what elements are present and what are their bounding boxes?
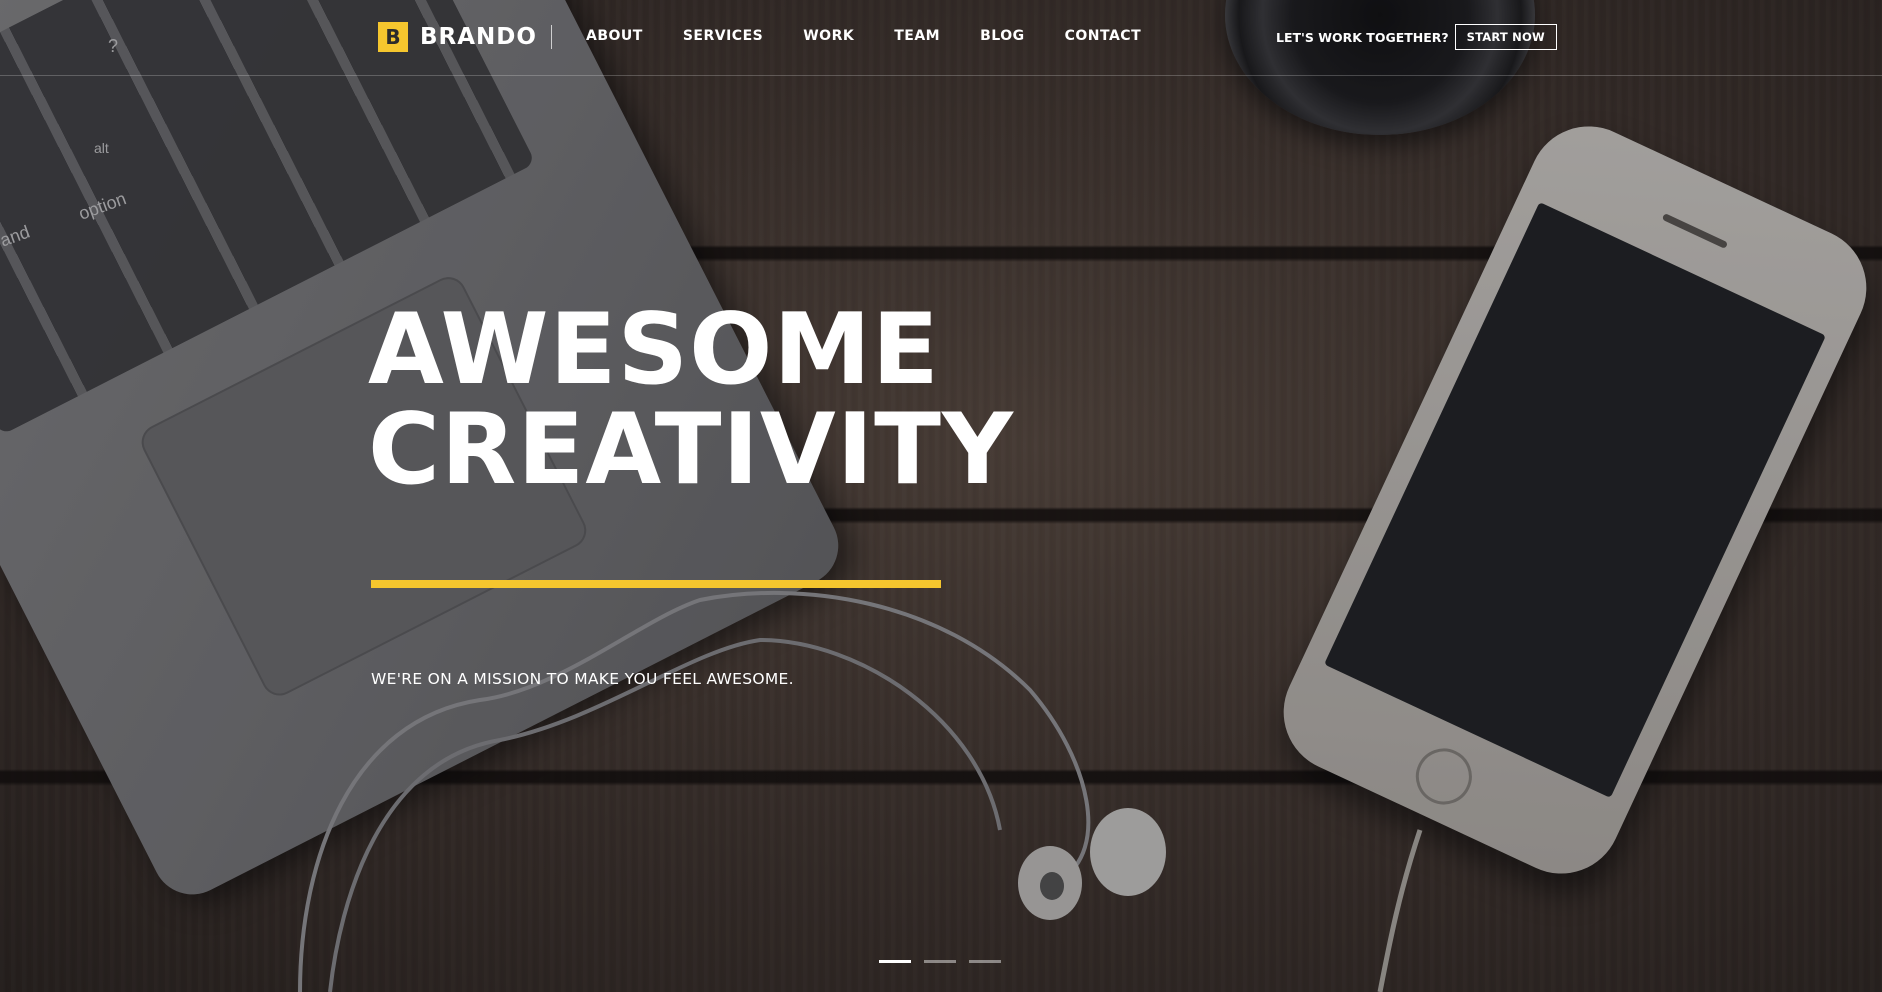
- main-nav: ABOUT SERVICES WORK TEAM BLOG CONTACT: [586, 28, 1181, 44]
- nav-item-team[interactable]: TEAM: [894, 28, 940, 44]
- nav-item-contact[interactable]: CONTACT: [1065, 28, 1142, 44]
- slider-dot[interactable]: [924, 960, 956, 963]
- site-header: B BRANDO ABOUT SERVICES WORK TEAM BLOG C…: [0, 0, 1882, 76]
- nav-item-blog[interactable]: BLOG: [980, 28, 1025, 44]
- logo-text: BRANDO: [420, 24, 537, 50]
- nav-item-work[interactable]: WORK: [803, 28, 854, 44]
- slider-pagination: [879, 960, 1014, 963]
- hero-subtitle: WE'RE ON A MISSION TO MAKE YOU FEEL AWES…: [371, 670, 794, 688]
- logo-mark: B: [378, 22, 408, 52]
- header-divider: [551, 25, 552, 49]
- brand-logo[interactable]: B BRANDO: [378, 22, 537, 52]
- nav-item-about[interactable]: ABOUT: [586, 28, 643, 44]
- slider-dot[interactable]: [969, 960, 1001, 963]
- header-cta: LET'S WORK TOGETHER? START NOW: [1276, 24, 1557, 50]
- hero-title-line1: AWESOME: [368, 293, 940, 407]
- hero-title-line2: CREATIVITY: [368, 393, 1014, 507]
- hero-title: AWESOME CREATIVITY: [368, 300, 1014, 500]
- hero-accent-line: [371, 580, 941, 588]
- cta-text: LET'S WORK TOGETHER?: [1276, 29, 1449, 45]
- nav-item-services[interactable]: SERVICES: [683, 28, 763, 44]
- start-now-button[interactable]: START NOW: [1454, 24, 1557, 50]
- slider-dot[interactable]: [879, 960, 911, 963]
